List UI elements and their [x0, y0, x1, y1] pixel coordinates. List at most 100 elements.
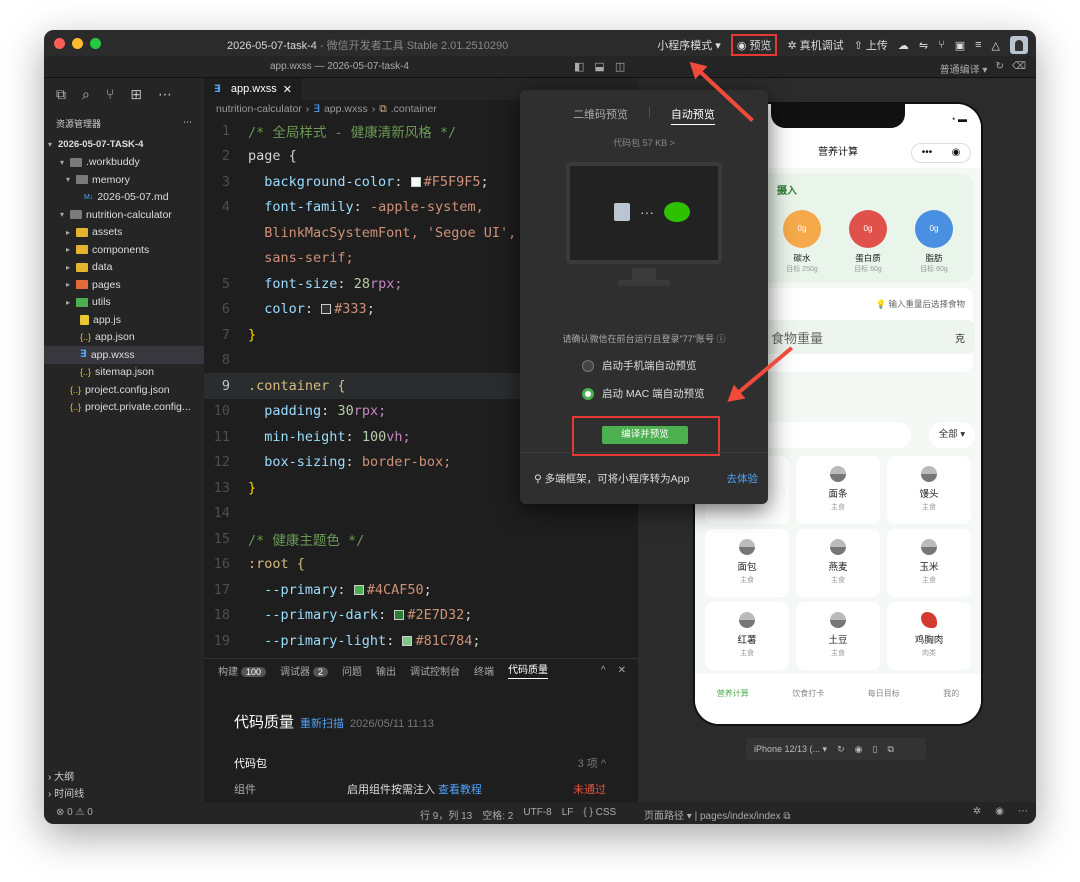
capsule-menu[interactable]: ••• ◉ — [911, 143, 971, 163]
tab-code-quality[interactable]: 代码质量 — [508, 661, 549, 679]
food-item[interactable]: 面条 主食 — [796, 456, 880, 524]
food-item[interactable]: 馒头 主食 — [887, 456, 971, 524]
food-item[interactable]: 燕麦 主食 — [796, 529, 880, 597]
upload-button[interactable]: ⇧ 上传 — [854, 37, 888, 53]
color-swatch[interactable] — [353, 584, 364, 595]
tree-item-private-config[interactable]: {..} project.private.config... — [44, 399, 204, 417]
food-item[interactable]: 玉米 主食 — [887, 529, 971, 597]
git-icon[interactable]: ⑂ — [106, 86, 114, 103]
tree-item-sitemap[interactable]: {..} sitemap.json — [44, 364, 204, 382]
indent-setting[interactable]: 空格: 2 — [482, 807, 513, 822]
more-icon[interactable]: ••• — [922, 144, 933, 162]
device-debug-button[interactable]: ✲ 真机调试 — [787, 37, 843, 53]
tree-item-project-config[interactable]: {..} project.config.json — [44, 381, 204, 399]
maximize-window-button[interactable] — [90, 38, 101, 49]
tab-debugger[interactable]: 调试器 2 — [280, 663, 329, 678]
record-icon[interactable]: ◉ — [855, 744, 863, 755]
section-row[interactable]: 代码包 3 项 ^ — [234, 755, 606, 771]
preview-button[interactable]: ◉ 预览 — [730, 34, 778, 56]
split-toggle-icon[interactable]: ◫ — [615, 60, 625, 73]
tree-item-workbuddy[interactable]: ▾ .workbuddy — [44, 154, 204, 172]
tab-qr-preview[interactable]: 二维码预览 — [573, 106, 628, 125]
tab-nutrition[interactable]: 营养计算 — [717, 688, 749, 724]
package-size[interactable]: 代码包 57 KB > — [520, 136, 768, 149]
clear-icon[interactable]: ⌫ — [1012, 61, 1026, 76]
swap-icon[interactable]: ⇋ — [919, 39, 928, 52]
bug-icon[interactable]: ✲ — [973, 806, 981, 817]
tab-daily-goal[interactable]: 每日目标 — [868, 688, 900, 724]
breadcrumb-item[interactable]: app.wxss — [324, 103, 368, 115]
tree-item-components[interactable]: ▸ components — [44, 241, 204, 259]
tab-output[interactable]: 输出 — [376, 663, 396, 678]
files-icon[interactable]: ⧉ — [56, 86, 66, 103]
bell-icon[interactable]: △ — [992, 39, 1000, 52]
food-item[interactable]: 土豆 主食 — [796, 602, 880, 670]
language-mode[interactable]: { } CSS — [583, 807, 616, 822]
cloud-icon[interactable]: ☁ — [898, 39, 909, 52]
device-select[interactable]: iPhone 12/13 (... ▾ — [754, 744, 827, 755]
mode-select[interactable]: 小程序模式 ▾ — [657, 37, 721, 53]
encoding[interactable]: UTF-8 — [523, 807, 551, 822]
tab-diet-checkin[interactable]: 饮食打卡 — [792, 688, 824, 724]
cursor-position[interactable]: 行 9，列 13 — [420, 807, 472, 822]
try-link[interactable]: 去体验 — [727, 471, 759, 486]
tree-item-appjson[interactable]: {..} app.json — [44, 329, 204, 347]
refresh-icon[interactable]: ↻ — [995, 61, 1003, 76]
breadcrumb-item[interactable]: .container — [391, 103, 437, 115]
copy-icon[interactable]: ⧉ — [783, 811, 790, 822]
branch-icon[interactable]: ⑂ — [938, 39, 945, 51]
tab-problems[interactable]: 问题 — [342, 663, 362, 678]
tree-item-assets[interactable]: ▸ assets — [44, 224, 204, 242]
food-item[interactable]: 红薯 主食 — [705, 602, 789, 670]
layout-icon[interactable]: ▣ — [955, 39, 965, 52]
chevron-up-icon[interactable]: ^ — [601, 665, 606, 676]
window-icon[interactable]: ⧉ — [887, 744, 893, 755]
more-icon[interactable]: ⋯ — [1018, 806, 1028, 817]
tree-item-appjs[interactable]: app.js — [44, 311, 204, 329]
tree-item-md[interactable]: M↓ 2026-05-07.md — [44, 189, 204, 207]
tree-item-utils[interactable]: ▸ utils — [44, 294, 204, 312]
rotate-icon[interactable]: ↻ — [837, 744, 845, 755]
panel-toggle-icon[interactable]: ⬓ — [594, 60, 604, 73]
compile-mode-select[interactable]: 普通编译 ▾ — [940, 61, 988, 76]
close-window-button[interactable] — [54, 38, 65, 49]
menu-icon[interactable]: ≡ — [975, 39, 981, 51]
close-circle-icon[interactable]: ◉ — [952, 144, 961, 162]
tab-me[interactable]: 我的 — [943, 688, 959, 724]
category-filter[interactable]: 全部 ▾ — [929, 422, 975, 448]
more-icon[interactable]: ⋯ — [158, 86, 172, 103]
tab-build[interactable]: 构建 100 — [218, 663, 267, 678]
avatar[interactable] — [1010, 36, 1028, 54]
eye-icon[interactable]: ◉ — [995, 806, 1004, 817]
tree-item-nutrition[interactable]: ▾ nutrition-calculator — [44, 206, 204, 224]
tab-terminal[interactable]: 终端 — [474, 663, 494, 678]
minimize-window-button[interactable] — [72, 38, 83, 49]
option-mobile-preview[interactable]: 启动手机端自动预览 — [582, 358, 697, 373]
phone-icon[interactable]: ▯ — [872, 744, 877, 755]
color-swatch[interactable] — [321, 304, 332, 315]
outline-section[interactable]: › 大纲 — [44, 768, 204, 785]
tree-item-data[interactable]: ▸ data — [44, 259, 204, 277]
problems-count[interactable]: ⊗ 0 ⚠ 0 — [56, 807, 93, 818]
tree-item-pages[interactable]: ▸ pages — [44, 276, 204, 294]
option-mac-preview[interactable]: 启动 MAC 端自动预览 — [582, 386, 705, 401]
sidebar-toggle-icon[interactable]: ◧ — [574, 60, 584, 73]
tree-item-appwxss[interactable]: ∃ app.wxss — [44, 346, 204, 364]
extensions-icon[interactable]: ⊞ — [130, 86, 142, 103]
color-swatch[interactable] — [410, 176, 421, 187]
food-item[interactable]: 鸡胸肉 肉类 — [887, 602, 971, 670]
timeline-section[interactable]: › 时间线 — [44, 785, 204, 802]
breadcrumb-item[interactable]: nutrition-calculator — [216, 103, 302, 115]
compile-preview-button[interactable]: 编译并预览 — [602, 426, 688, 444]
close-icon[interactable]: ✕ — [283, 83, 292, 96]
tab-auto-preview[interactable]: 自动预览 — [670, 106, 715, 125]
tab-debug-console[interactable]: 调试控制台 — [410, 663, 460, 678]
close-icon[interactable]: ✕ — [618, 665, 626, 676]
color-swatch[interactable] — [402, 635, 413, 646]
tutorial-link[interactable]: 查看教程 — [438, 784, 482, 796]
project-root[interactable]: ▾ 2026-05-07-TASK-4 — [44, 136, 204, 154]
page-path-select[interactable]: 页面路径 ▾ — [644, 811, 692, 822]
rescan-link[interactable]: 重新扫描 — [300, 718, 344, 730]
explorer-more-icon[interactable]: ⋯ — [183, 117, 192, 130]
color-swatch[interactable] — [394, 610, 405, 621]
